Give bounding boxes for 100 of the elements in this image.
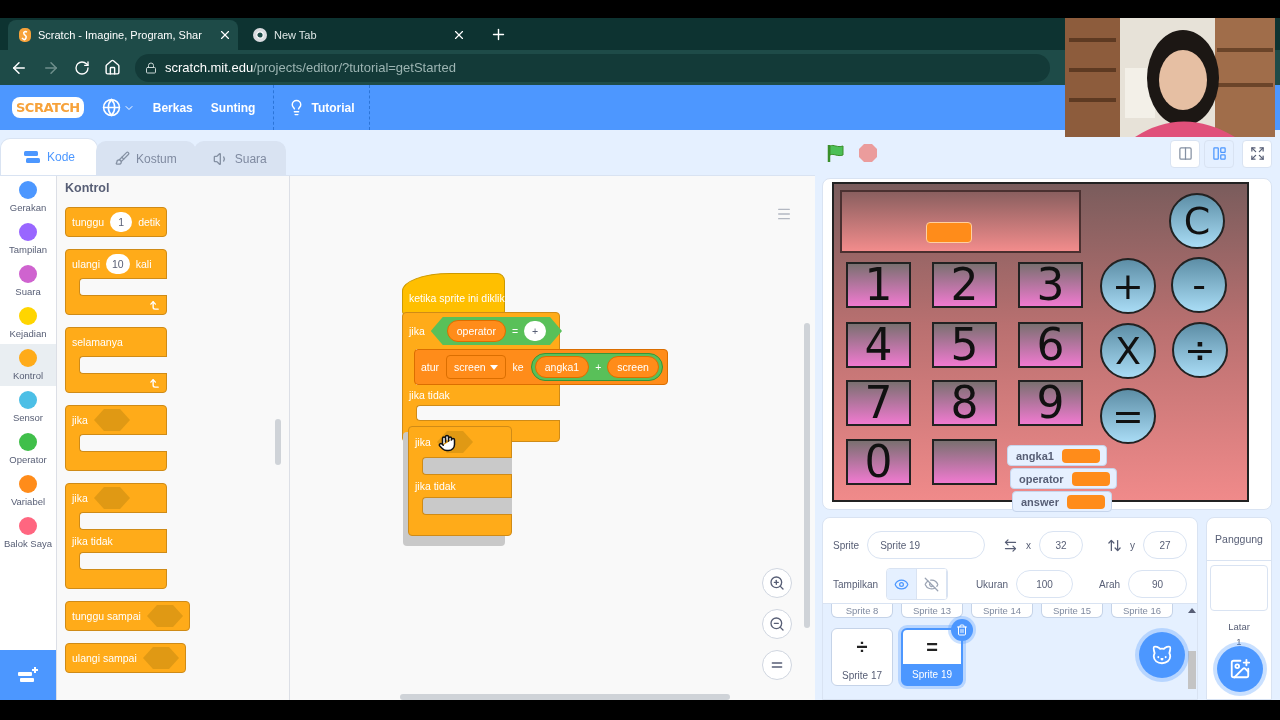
eye-off-icon [923, 576, 939, 592]
block-label: jika tidak [72, 535, 113, 547]
block-label: selamanya [72, 336, 123, 348]
sprite-tile[interactable]: Sprite 14 [971, 604, 1033, 618]
language-menu[interactable] [101, 98, 135, 117]
editor-tab[interactable]: Suara [193, 141, 286, 175]
scrollbar-thumb[interactable] [1188, 651, 1196, 689]
category-label: Tampilan [9, 244, 47, 255]
lock-icon [145, 61, 157, 74]
category-item[interactable]: Kontrol [0, 344, 56, 386]
value-box [926, 222, 972, 243]
large-stage-button[interactable] [1204, 139, 1234, 168]
monitor-value [1061, 448, 1100, 463]
caret-icon [489, 364, 498, 370]
fullscreen-icon [1249, 146, 1265, 161]
vertical-arrows-icon [1107, 537, 1122, 553]
operator-key[interactable]: - [1171, 257, 1227, 313]
add-backdrop-button[interactable] [1217, 646, 1263, 692]
equals-operator-block[interactable]: operator = + [430, 317, 562, 345]
new-tab-icon[interactable] [490, 26, 507, 43]
sprite-tile[interactable]: Sprite 8 [831, 604, 893, 618]
delete-button[interactable] [951, 619, 973, 641]
number-key[interactable]: 1 [846, 262, 911, 308]
reload-icon[interactable] [74, 59, 90, 76]
horizontal-arrows-icon [1003, 537, 1019, 553]
sprite-tile[interactable]: Sprite 13 [901, 604, 963, 618]
close-icon[interactable] [218, 28, 232, 42]
add-sprite-button[interactable] [1139, 632, 1185, 678]
backdrop-count: 1 [1236, 636, 1242, 647]
number-key[interactable]: 9 [1018, 380, 1083, 426]
sprite-thumbnail: ÷ [855, 634, 869, 660]
brush-icon [115, 151, 131, 166]
sprite-tile[interactable]: Sprite 15 [1041, 604, 1103, 618]
browser-tab[interactable]: Scratch - Imagine, Program, Shar [8, 20, 238, 50]
editor-tab[interactable]: Kostum [96, 141, 196, 175]
sprite-tile[interactable]: ÷ Sprite 17 [831, 628, 893, 686]
number-input[interactable]: 1 [110, 212, 133, 232]
zoom-out-button[interactable] [762, 609, 792, 639]
number-key[interactable]: 0 [846, 439, 911, 485]
operator-symbol: = [511, 325, 518, 337]
text-input[interactable]: + [524, 321, 546, 341]
condition-slot [93, 487, 130, 509]
block-label: detik [138, 216, 161, 228]
stop-icon[interactable] [858, 142, 878, 163]
add-image-icon [1229, 658, 1251, 680]
operator-key[interactable]: C [1169, 193, 1225, 249]
number-key[interactable]: 5 [932, 322, 997, 368]
sprite-tile[interactable]: = Sprite 19 [901, 628, 963, 686]
operator-key[interactable]: X [1100, 323, 1156, 379]
block-label: ke [512, 361, 524, 373]
number-key[interactable]: 8 [932, 380, 997, 426]
sprite-tile[interactable]: Sprite 16 [1111, 604, 1173, 618]
operator-key[interactable]: ÷ [1172, 322, 1228, 378]
field-label: x [1026, 539, 1032, 551]
field-label: y [1130, 539, 1135, 551]
backdrops-label: Latar [1228, 621, 1250, 632]
monitor-label: answer [1021, 495, 1059, 508]
columns-icon [1177, 146, 1193, 161]
menu-item[interactable]: Sunting [210, 100, 256, 115]
curved-arrow-icon [149, 299, 160, 311]
eye-icon [894, 576, 909, 592]
curved-arrow-icon [149, 377, 160, 389]
globe-icon [101, 98, 121, 117]
extension-icon [17, 666, 39, 684]
reset-zoom-button[interactable] [762, 650, 792, 680]
category-label: Sensor [12, 412, 44, 423]
loop-block[interactable]: ulangi 10 kali [65, 249, 167, 315]
number-key[interactable]: 4 [846, 322, 911, 368]
blank-key[interactable] [932, 439, 997, 485]
menu-icon[interactable] [776, 206, 792, 222]
category-label: Operator [9, 454, 47, 465]
operator-key[interactable]: = [1100, 388, 1156, 444]
number-key[interactable]: 6 [1018, 322, 1083, 368]
stage-panel-title: Panggung [1207, 518, 1271, 561]
number-key[interactable]: 2 [932, 262, 997, 308]
editor-tab[interactable]: Kode [0, 138, 99, 175]
fullscreen-button[interactable] [1242, 139, 1272, 168]
menu-item[interactable]: Berkas [152, 100, 193, 115]
close-icon[interactable] [452, 28, 466, 42]
operator-key[interactable]: + [1100, 258, 1156, 314]
small-stage-button[interactable] [1170, 139, 1200, 168]
browser-tab[interactable]: New Tab [242, 20, 472, 50]
home-icon[interactable] [104, 59, 121, 76]
block-label: ulangi sampai [72, 652, 137, 664]
number-input[interactable]: 10 [106, 254, 130, 274]
code-block[interactable]: tunggu 1 detik [65, 207, 168, 237]
stage-thumbnail[interactable] [1210, 565, 1268, 611]
zoom-in-button[interactable] [762, 568, 792, 598]
category-label: Kontrol [12, 370, 44, 381]
flag-icon[interactable] [826, 142, 846, 163]
show-button[interactable] [887, 569, 917, 599]
address-field[interactable]: scratch.mit.edu/projects/editor/?tutorial=getStarted [135, 53, 1050, 82]
add-extension-button[interactable] [0, 650, 56, 700]
zoom-out-icon [769, 616, 785, 632]
field-label: Sprite [833, 539, 860, 551]
sprite-name: Sprite 17 [841, 668, 883, 683]
scroll-up-icon[interactable] [1188, 608, 1196, 613]
block-label: jika [72, 492, 88, 504]
number-key[interactable]: 7 [846, 380, 911, 426]
number-key[interactable]: 3 [1018, 262, 1083, 308]
